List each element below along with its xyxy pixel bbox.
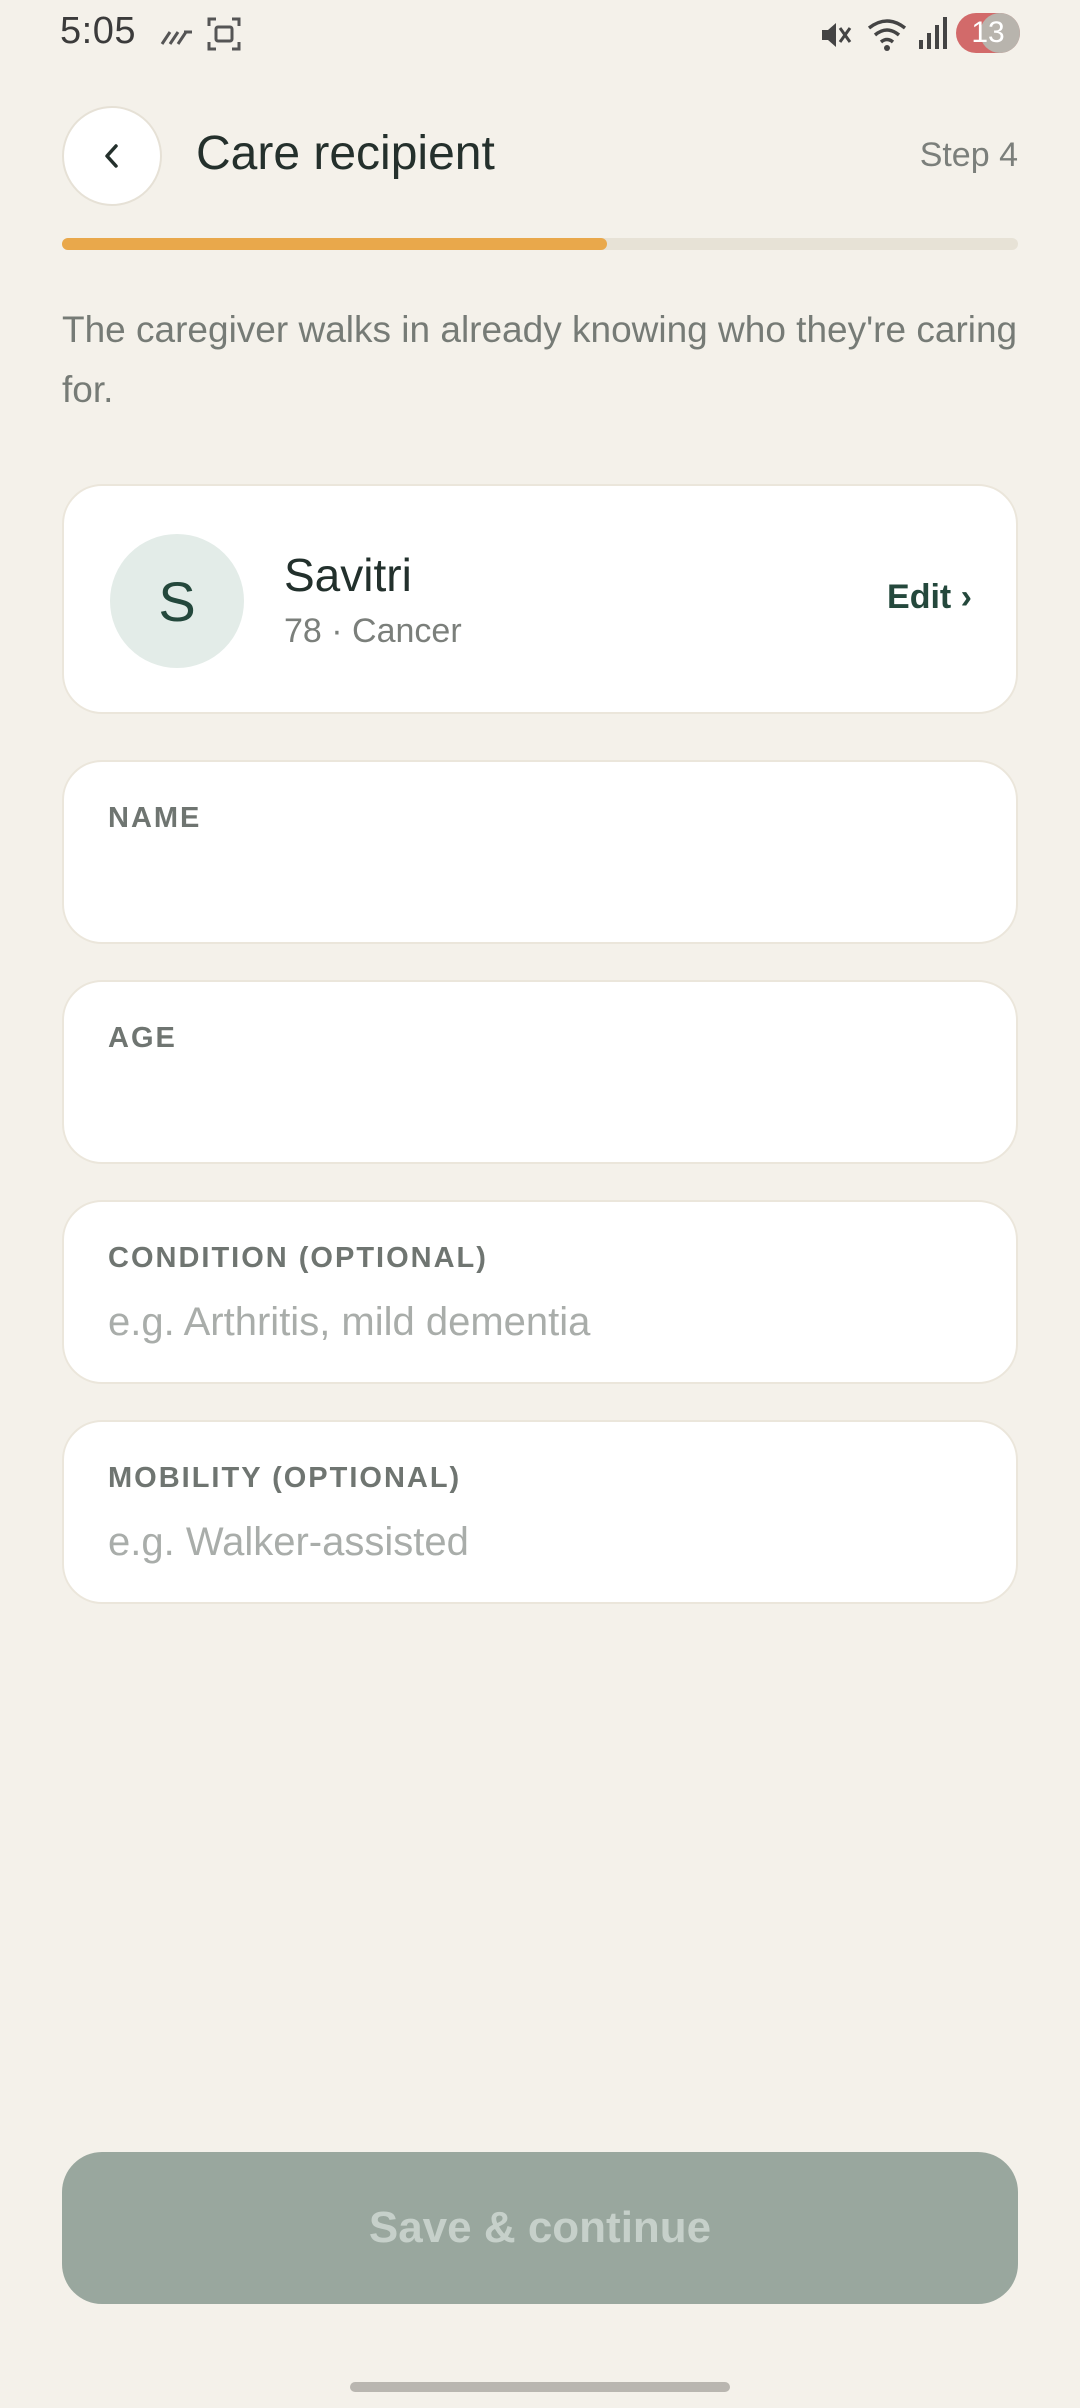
mobility-field[interactable]: MOBILITY (OPTIONAL) xyxy=(62,1420,1018,1604)
status-time: 5:05 xyxy=(60,10,136,52)
recipient-card[interactable]: S Savitri 78 · Cancer Edit › xyxy=(62,484,1018,714)
name-field[interactable]: NAME xyxy=(62,760,1018,944)
mobility-field-label: MOBILITY (OPTIONAL) xyxy=(108,1462,462,1494)
recipient-meta: 78 · Cancer xyxy=(284,612,462,650)
page-subtitle: The caregiver walks in already knowing w… xyxy=(62,309,1018,410)
missed-call-icon xyxy=(160,30,192,45)
step-indicator: Step 4 xyxy=(919,136,1018,174)
name-input[interactable] xyxy=(108,854,968,910)
screenshot-icon xyxy=(207,17,241,51)
page-title: Care recipient xyxy=(196,127,495,180)
care-recipient-screen: 5:05 13 Care recipient Step 4 The caregi… xyxy=(0,0,1080,2408)
condition-input[interactable] xyxy=(108,1294,968,1350)
age-field-label: AGE xyxy=(108,1022,177,1054)
recipient-name: Savitri xyxy=(284,549,412,601)
home-indicator[interactable] xyxy=(350,2382,730,2392)
notification-badge: 13 xyxy=(956,13,1020,53)
save-continue-button[interactable]: Save & continue xyxy=(62,2152,1018,2304)
edit-recipient-link[interactable]: Edit › xyxy=(887,578,972,617)
wifi-icon xyxy=(867,19,907,51)
signal-icon xyxy=(919,17,947,49)
mute-icon xyxy=(822,23,852,47)
age-input[interactable] xyxy=(108,1074,968,1130)
chevron-left-icon xyxy=(105,144,118,168)
back-button[interactable] xyxy=(62,106,162,206)
age-field[interactable]: AGE xyxy=(62,980,1018,1164)
avatar: S xyxy=(110,534,244,668)
mobility-input[interactable] xyxy=(108,1514,968,1570)
status-bar: 5:05 13 xyxy=(0,0,1080,70)
condition-field-label: CONDITION (OPTIONAL) xyxy=(108,1242,488,1274)
progress-bar xyxy=(62,238,1018,250)
progress-fill xyxy=(62,238,607,250)
condition-field[interactable]: CONDITION (OPTIONAL) xyxy=(62,1200,1018,1384)
name-field-label: NAME xyxy=(108,802,202,834)
